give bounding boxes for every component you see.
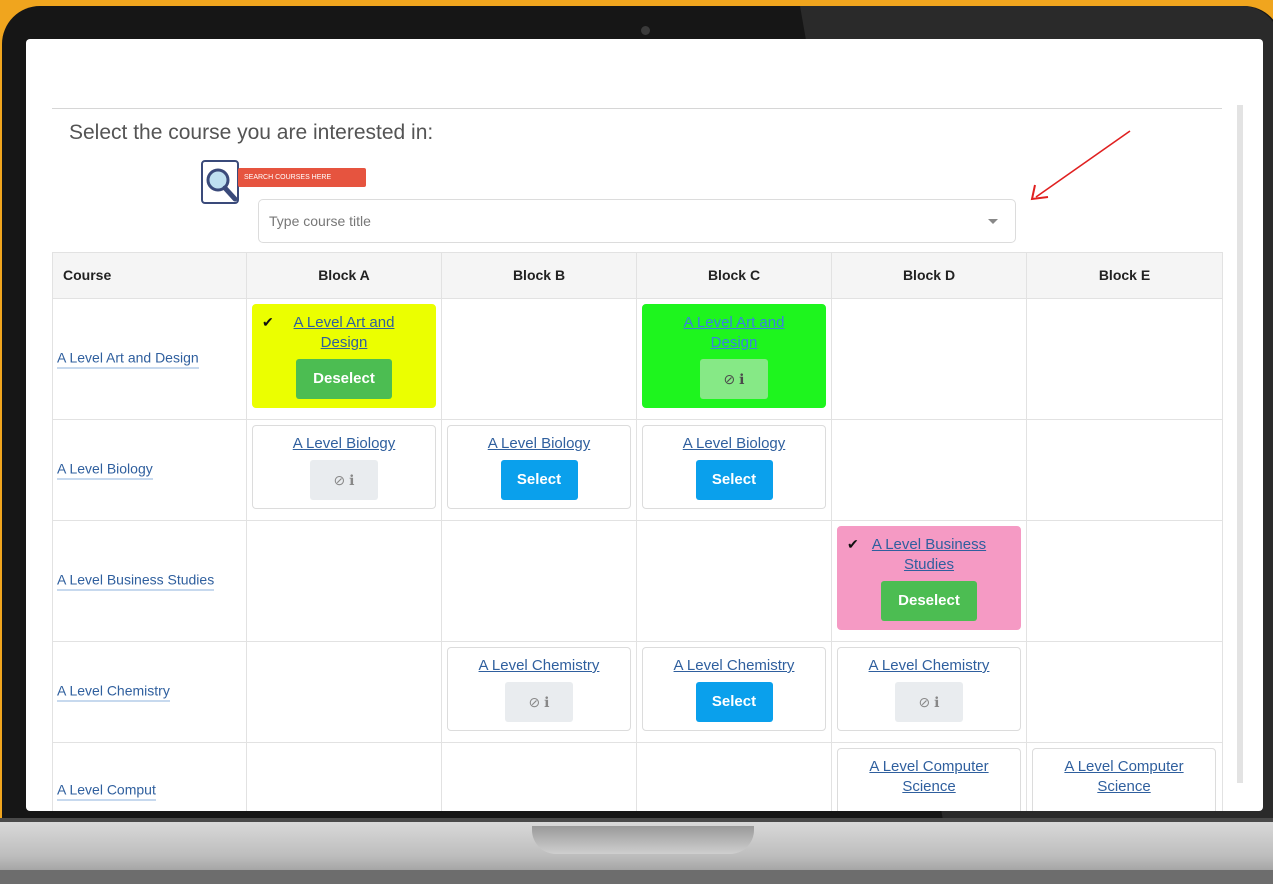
header-block-d: Block D (832, 253, 1027, 298)
course-link[interactable]: A Level Business Studies (57, 572, 215, 591)
course-option: A Level Chemistry Select (642, 647, 826, 731)
header-block-c: Block C (637, 253, 832, 298)
course-link[interactable]: A Level Comput (57, 782, 156, 801)
table-header-row: Course Block A Block B Block C Block D B… (52, 252, 1223, 299)
course-option: A Level Computer Science (1032, 748, 1216, 811)
course-block-table: Course Block A Block B Block C Block D B… (52, 252, 1223, 811)
divider (52, 108, 1222, 109)
deselect-button[interactable]: Deselect (296, 359, 392, 399)
option-title-link[interactable]: A Level Biology (464, 434, 614, 454)
course-link[interactable]: A Level Biology (57, 461, 153, 480)
table-row: A Level Business Studies ✔ A Level Busin… (52, 521, 1223, 642)
course-option: A Level Computer Science (837, 748, 1021, 811)
scrollbar[interactable] (1237, 105, 1243, 783)
course-link[interactable]: A Level Chemistry (57, 683, 170, 702)
option-title-link[interactable]: A Level Art and Design (659, 313, 809, 353)
header-block-a: Block A (247, 253, 442, 298)
option-title-link[interactable]: A Level Computer Science (854, 757, 1004, 797)
unavailable-info-icon[interactable]: ⊘ ℹ (505, 682, 573, 722)
option-title-link[interactable]: A Level Computer Science (1049, 757, 1199, 797)
course-option: A Level Biology Select (447, 425, 631, 509)
course-search-select[interactable]: Type course title (258, 199, 1016, 243)
laptop-foot (0, 870, 1273, 884)
course-option-unavailable: A Level Biology ⊘ ℹ (252, 425, 436, 509)
select-button[interactable]: Select (500, 460, 578, 500)
table-row: A Level Art and Design ✔ A Level Art and… (52, 299, 1223, 420)
screen: Select the course you are interested in:… (26, 39, 1263, 811)
course-option: A Level Biology Select (642, 425, 826, 509)
course-option-selected: ✔ A Level Business Studies Deselect (837, 526, 1021, 630)
unavailable-info-icon[interactable]: ⊘ ℹ (310, 460, 378, 500)
select-button[interactable]: Select (695, 460, 773, 500)
table-row: A Level Biology A Level Biology ⊘ ℹ A Le… (52, 420, 1223, 521)
red-arrow-annotation-icon (1030, 130, 1131, 201)
option-title-link[interactable]: A Level Biology (269, 434, 419, 454)
option-title-link[interactable]: A Level Art and Design (269, 313, 419, 353)
laptop-notch (532, 826, 754, 854)
page-prompt: Select the course you are interested in: (69, 121, 434, 144)
option-title-link[interactable]: A Level Business Studies (854, 535, 1004, 575)
option-title-link[interactable]: A Level Biology (659, 434, 809, 454)
checkmark-icon: ✔ (847, 536, 859, 552)
course-option-selected: ✔ A Level Art and Design Deselect (252, 304, 436, 408)
option-title-link[interactable]: A Level Chemistry (659, 656, 809, 676)
option-title-link[interactable]: A Level Chemistry (464, 656, 614, 676)
header-course: Course (52, 253, 247, 298)
search-courses-banner: SEARCH COURSES HERE (238, 168, 366, 187)
search-placeholder: Type course title (269, 213, 371, 229)
checkmark-icon: ✔ (262, 314, 274, 330)
table-row: A Level Comput A Level Computer Science … (52, 743, 1223, 811)
unavailable-info-icon[interactable]: ⊘ ℹ (895, 682, 963, 722)
course-link[interactable]: A Level Art and Design (57, 350, 199, 369)
table-row: A Level Chemistry A Level Chemistry ⊘ ℹ … (52, 642, 1223, 743)
course-option-unavailable: A Level Art and Design ⊘ ℹ (642, 304, 826, 408)
deselect-button[interactable]: Deselect (881, 581, 977, 621)
select-button[interactable]: Select (695, 682, 773, 722)
webcam-dot (641, 26, 650, 35)
course-option-unavailable: A Level Chemistry ⊘ ℹ (447, 647, 631, 731)
unavailable-info-icon[interactable]: ⊘ ℹ (700, 359, 768, 399)
header-block-b: Block B (442, 253, 637, 298)
caret-down-icon[interactable] (988, 219, 998, 224)
option-title-link[interactable]: A Level Chemistry (854, 656, 1004, 676)
header-block-e: Block E (1027, 253, 1223, 298)
search-magnifier-icon (201, 160, 239, 204)
course-option-unavailable: A Level Chemistry ⊘ ℹ (837, 647, 1021, 731)
